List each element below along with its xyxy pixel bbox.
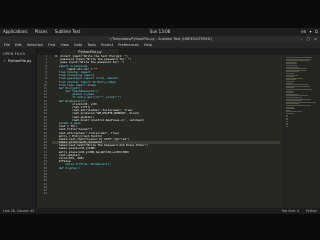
tray-dropdown-icon[interactable]: ▾	[310, 29, 312, 34]
keyboard-layout-indicator[interactable]: en	[301, 29, 306, 34]
menu-preferences[interactable]: Preferences	[118, 43, 139, 47]
clock[interactable]: Sun 13:08	[0, 28, 320, 36]
menu-selection[interactable]: Selection	[27, 43, 43, 47]
minimize-button[interactable]: –	[301, 37, 303, 41]
top-panel: Applications Places Sublime Text Sun 13:…	[0, 28, 320, 36]
power-icon[interactable]: ⏻	[315, 29, 318, 34]
tab-bar: PythonFile.py	[37, 48, 320, 55]
syntax-indicator[interactable]: Python	[306, 209, 317, 213]
code-area[interactable]: 6 direct input("Write the text Encrypt: …	[52, 55, 280, 195]
code-editor[interactable]: 1 2 3 4 5 6 7 8 9 10 11 12 13 14 15 16 17 18 19 20 21 22 23 24 2…	[37, 55, 320, 208]
minimap-line	[286, 125, 288, 127]
menu-project[interactable]: Project	[101, 43, 113, 47]
menu-goto[interactable]: Goto	[74, 43, 82, 47]
sidebar-file-item[interactable]: × PythonFile.py	[3, 59, 36, 63]
menu-view[interactable]: View	[60, 43, 68, 47]
sidebar: OPEN FILES × PythonFile.py	[0, 48, 37, 208]
status-bar: Line 28, Column 43 Tab Size: 4 Python	[0, 208, 320, 214]
desktop-screen: Applications Places Sublime Text Sun 13:…	[0, 0, 320, 240]
tab-size-indicator[interactable]: Tab Size: 4	[282, 209, 299, 213]
minimap[interactable]	[282, 55, 320, 208]
menu-help[interactable]: Help	[144, 43, 152, 47]
system-tray: en ▾ ⏻	[299, 28, 318, 36]
menu-edit[interactable]: Edit	[15, 43, 22, 47]
open-files-header: OPEN FILES	[3, 52, 26, 56]
close-file-icon[interactable]: ×	[3, 59, 6, 63]
line-number: 44	[43, 191, 47, 196]
close-button[interactable]: ×	[314, 37, 317, 41]
status-right: Tab Size: 4 Python	[276, 208, 317, 214]
maximize-button[interactable]: □	[307, 37, 310, 41]
menu-file[interactable]: File	[4, 43, 10, 47]
menu-find[interactable]: Find	[48, 43, 55, 47]
sidebar-file-label: PythonFile.py	[7, 59, 32, 63]
line-number-gutter: 1 2 3 4 5 6 7 8 9 10 11 12 13 14 15 16 17 18 19 20 21 22 23 24 2…	[37, 55, 49, 208]
code-line[interactable]	[52, 192, 280, 195]
cursor-position: Line 28, Column 43	[3, 209, 35, 213]
menu-tools[interactable]: Tools	[87, 43, 96, 47]
